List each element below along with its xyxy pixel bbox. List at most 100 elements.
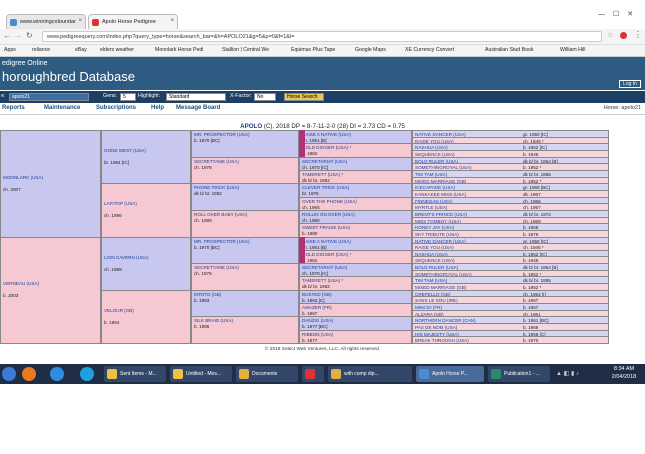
horse-name-link[interactable]: TAMERETT (USA) * [302,278,343,283]
horse-name-link[interactable]: MTOTO (GB) [194,292,221,297]
bookmark-william-hill[interactable]: William Hill [560,47,585,53]
nav-message-board[interactable]: Message Board [176,105,220,111]
bookmark-reliance[interactable]: reliance [32,47,50,53]
minimize-icon[interactable]: — [598,11,605,18]
close-window-icon[interactable]: ✕ [627,11,633,18]
horse-name-link[interactable]: CLEVER TRICK (USA) [302,185,349,190]
tab-label: Apolo Horse Pedigree [102,19,156,25]
bookmark-stallion[interactable]: Stallion | Central We [222,47,269,53]
pdf-icon [305,369,315,379]
gens-select[interactable]: 5 [120,93,136,101]
pedigree-cell-g3: MTOTO (GB) b. 1983 [191,289,299,318]
horse-name-link[interactable]: MR. PROSPECTOR (USA) [194,239,250,244]
taskbar-publication[interactable]: Publication1 - ... [488,366,550,382]
horse-name-link[interactable]: GOLD DIGGER (USA) * [302,252,351,257]
bookmark-australian-stud-book[interactable]: Australian Stud Book [485,47,533,53]
tab-apolo-pedigree[interactable]: Apolo Horse Pedigree × [88,14,178,29]
extension-icon[interactable] [620,32,627,39]
pedigree-cell-g3: MR. PROSPECTOR (USA) b. 1970 [BC] [191,130,299,158]
taskbar-sent-items[interactable]: Sent Items - M... [104,366,166,382]
horse-name-link[interactable]: RAISE A NATIVE (USA) [302,239,351,244]
horse-name-link[interactable]: ROLL OVER BABY (USA) [194,212,247,217]
horse-name-link[interactable]: TAMERETT (USA) * [302,172,343,177]
clock-time: 8:34 AM [613,366,635,372]
horse-name-link[interactable]: OVER THE PHONE (USA) [302,199,357,204]
tab-label: www.winningcolourstar [20,19,76,25]
horse-info: b. 1980 [302,231,318,237]
pedigree-cell-g1: MOONLARK (USA) ch. 2007 [0,130,101,238]
horse-name-link[interactable]: PHONE TRICK (USA) [194,185,239,190]
pedigree-cell-g4: AMAZER (FR) b. 1967 [299,303,412,318]
taskbar-apolo[interactable]: Apolo Horse P... [416,366,484,382]
horse-name-link[interactable]: RAISE A NATIVE (USA) [302,132,351,137]
pedigree-cell-g3: SECRETTAME (USA) ch. 1978 [191,263,299,291]
back-icon[interactable]: ← [3,31,11,40]
horse-name-link[interactable]: AMAZER (FR) [302,305,332,310]
horse-name-link[interactable]: BUSTED (GB) [302,292,332,297]
forward-icon[interactable]: → [14,31,22,40]
nav-reports[interactable]: Reports [2,105,25,111]
tray-icons[interactable]: ▲ ◧ ▮ ♪ [556,370,579,377]
pedigree-cell-g2: LION CAVERN (USA) ch. 1989 [101,236,191,291]
highlight-select[interactable]: Standard [166,93,226,101]
ie-icon[interactable] [50,367,64,381]
horse-info: ch. 1989 [104,266,122,272]
taskbar-comp-dip[interactable]: with comp dip... [328,366,412,382]
star-icon[interactable]: ☆ [607,31,613,39]
pedigree-cell-g4: TAMERETT (USA) * dk b/ br. 1962 [299,276,412,291]
firefox-icon[interactable] [22,367,36,381]
maximize-icon[interactable]: ☐ [613,11,619,18]
horse-name-link[interactable]: SECRETTAME (USA) [194,265,239,270]
bookmark-apps[interactable]: Apps [4,47,16,53]
login-button[interactable]: Log In [619,80,641,88]
horse-name-link[interactable]: VELOUR (GB) [104,308,188,314]
pedigree-cell-g3: ROLL OVER BABY (USA) ch. 1989 [191,209,299,238]
blank-area [0,384,645,454]
close-icon[interactable]: × [170,18,174,24]
bookmark-elders-weather[interactable]: elders weather [100,47,134,53]
bookmark-ebay[interactable]: eBay [75,47,87,53]
xfactor-select[interactable]: No [254,93,276,101]
url-input[interactable]: www.pedigreequery.com/index.php?query_ty… [42,31,602,42]
horse-info: b. 1986 [194,324,210,330]
horse-name-link[interactable]: SECRETARIAT (USA) [302,265,347,270]
nav-maintenance[interactable]: Maintenance [44,105,80,111]
taskbar-documents[interactable]: Documents [236,366,298,382]
horse-name-link[interactable]: ROLLIN ON OVER (USA) [302,212,355,217]
pedigree-cell-g4: TAMERETT (USA) * dk b/ br. 1962 [299,169,412,185]
taskbar-pdf[interactable] [302,366,324,382]
horse-name-link[interactable]: SILK BRAID (USA) [194,318,233,323]
horse-name-link[interactable]: LAFITOP (USA) [104,201,188,207]
horse-name-link[interactable]: SECRETARIAT (USA) [302,159,347,164]
horse-name-link[interactable]: MR. PROSPECTOR (USA) [194,132,250,137]
horse-search-button[interactable]: Horse Search [284,93,324,101]
bookmark-moonlark[interactable]: Moonlark Horse Pedi [155,47,203,53]
horse-name: APOLO [240,123,263,130]
start-icon[interactable] [2,367,16,381]
reload-icon[interactable]: ↻ [26,31,33,40]
horse-info: ch. 2007 [3,186,21,192]
horse-info: b. 2003 [3,293,19,299]
horse-name-link[interactable]: MOONLARK (USA) [3,175,98,181]
search-input[interactable]: apolo21 [9,93,89,101]
menu-icon[interactable]: ⋮ [634,30,642,39]
tab-winningcolours[interactable]: www.winningcolourstar × [6,14,86,29]
xfactor-label: X-Factor: [230,93,252,99]
horse-name-link[interactable]: SWEET PRAISE (USA) [302,225,350,230]
horse-name-link[interactable]: LION CAVERN (USA) [104,255,188,261]
horse-name-link[interactable]: BREAK THROUGH (USA) [415,338,523,343]
taskbar-untitled[interactable]: Untitled - Mes... [170,366,232,382]
horse-name-link[interactable]: GOLD DIGGER (USA) * [302,145,351,150]
close-icon[interactable]: × [78,18,82,24]
bookmark-xe-currency[interactable]: XE Currency Convert [405,47,454,53]
horse-name-link[interactable]: SECRETTAME (USA) [194,159,239,164]
bookmark-google-maps[interactable]: Google Maps [355,47,386,53]
horse-name-link[interactable]: RIBBON (USA) [302,332,333,337]
skype-icon[interactable] [80,367,94,381]
horse-name-link[interactable]: GONE WEST (USA) [104,148,188,154]
horse-name-link[interactable]: DANZIG (USA) [302,318,333,323]
nav-subscriptions[interactable]: Subscriptions [96,105,136,111]
nav-help[interactable]: Help [151,105,164,111]
bookmark-equimac[interactable]: Equimac Plus Tape [291,47,335,53]
horse-name-link[interactable]: VERNEAU (USA) [3,281,98,287]
